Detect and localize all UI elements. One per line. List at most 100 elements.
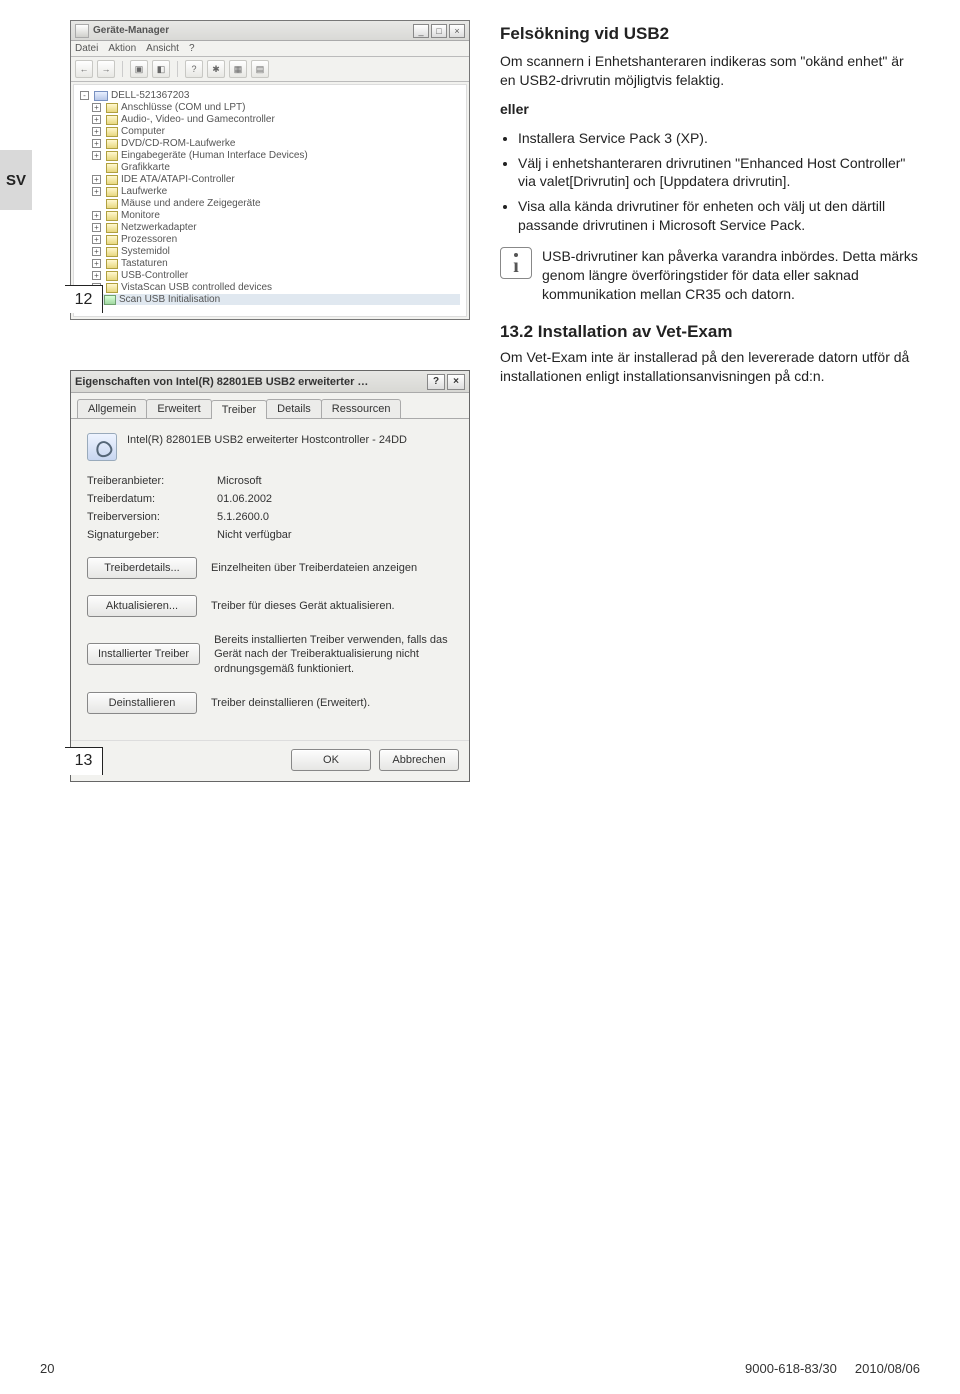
tree-label: Tastaturen (121, 258, 168, 269)
tab-erweitert[interactable]: Erweitert (146, 399, 211, 418)
tree-label: Audio-, Video- und Gamecontroller (121, 114, 275, 125)
tree-node-selected[interactable]: Scan USB Initialisation (80, 294, 460, 305)
maximize-button[interactable]: □ (431, 24, 447, 38)
tab-treiber[interactable]: Treiber (211, 400, 267, 419)
expand-icon[interactable]: + (92, 235, 101, 244)
expand-icon[interactable]: + (92, 151, 101, 160)
menu-item[interactable]: Ansicht (146, 43, 179, 54)
tree-node[interactable]: + Audio-, Video- und Gamecontroller (80, 114, 460, 125)
action-button[interactable]: Deinstallieren (87, 692, 197, 714)
close-button[interactable]: × (447, 374, 465, 390)
ok-button[interactable]: OK (291, 749, 371, 771)
list-item: Välj i enhetshanteraren drivrutinen "Enh… (518, 154, 920, 192)
device-category-icon (106, 247, 118, 257)
menu-item[interactable]: Datei (75, 43, 98, 54)
property-row: Treiberanbieter:Microsoft (87, 475, 453, 487)
action-button[interactable]: Aktualisieren... (87, 595, 197, 617)
doc-date: 2010/08/06 (855, 1361, 920, 1376)
action-description: Bereits installierten Treiber verwenden,… (214, 633, 453, 676)
tree-root[interactable]: - DELL-521367203 (80, 90, 460, 101)
expand-icon[interactable]: + (92, 175, 101, 184)
tree-label: Systemidol (121, 246, 170, 257)
property-row: Signaturgeber:Nicht verfügbar (87, 529, 453, 541)
forward-button[interactable]: → (97, 60, 115, 78)
tree-node[interactable]: -VistaScan USB controlled devices (80, 282, 460, 293)
bullet-list: Installera Service Pack 3 (XP). Välj i e… (500, 129, 920, 235)
device-category-icon (106, 199, 118, 209)
tree-node[interactable]: + IDE ATA/ATAPI-Controller (80, 174, 460, 185)
expand-icon[interactable]: + (92, 187, 101, 196)
expand-icon[interactable]: + (92, 139, 101, 148)
property-key: Treiberanbieter: (87, 475, 217, 487)
device-category-icon (106, 163, 118, 173)
tree-label: Computer (121, 126, 165, 137)
property-value: 01.06.2002 (217, 493, 272, 505)
device-category-icon (106, 127, 118, 137)
tree-node[interactable]: + Eingabegeräte (Human Interface Devices) (80, 150, 460, 161)
tree-node[interactable]: Grafikkarte (80, 162, 460, 173)
action-button[interactable]: Treiberdetails... (87, 557, 197, 579)
tree-node[interactable]: + Computer (80, 126, 460, 137)
expand-icon[interactable]: + (92, 271, 101, 280)
info-text: USB-drivrutiner kan påverka varandra inb… (542, 247, 920, 304)
body-text: Om Vet-Exam inte är installerad på den l… (500, 348, 920, 386)
figure-number: 12 (65, 285, 103, 313)
menu-item[interactable]: ? (189, 43, 195, 54)
page-footer: 20 9000-618-83/30 2010/08/06 (40, 1361, 920, 1376)
tree-label: IDE ATA/ATAPI-Controller (121, 174, 235, 185)
device-category-icon (106, 259, 118, 269)
close-button[interactable]: × (449, 24, 465, 38)
tree-node[interactable]: +Prozessoren (80, 234, 460, 245)
figure-number: 13 (65, 747, 103, 775)
tree-node[interactable]: + Systemidol (80, 246, 460, 257)
device-tree[interactable]: - DELL-521367203 +Anschlüsse (COM und LP… (73, 84, 467, 317)
tree-node[interactable]: +Anschlüsse (COM und LPT) (80, 102, 460, 113)
tab-details[interactable]: Details (266, 399, 322, 418)
toolbar-button[interactable]: ? (185, 60, 203, 78)
tree-node[interactable]: + Laufwerke (80, 186, 460, 197)
collapse-icon[interactable]: - (80, 91, 89, 100)
tree-label: Scan USB Initialisation (119, 294, 220, 305)
tree-node[interactable]: +USB-Controller (80, 270, 460, 281)
toolbar-button[interactable]: ▤ (251, 60, 269, 78)
info-icon: ı (500, 247, 532, 279)
toolbar-button[interactable]: ✱ (207, 60, 225, 78)
cancel-button[interactable]: Abbrechen (379, 749, 459, 771)
expand-icon[interactable]: + (92, 211, 101, 220)
menu-item[interactable]: Aktion (108, 43, 136, 54)
expand-icon[interactable]: + (92, 247, 101, 256)
tree-label: Eingabegeräte (Human Interface Devices) (121, 150, 308, 161)
device-category-icon (106, 283, 118, 293)
property-value: Microsoft (217, 475, 262, 487)
tab-ressourcen[interactable]: Ressourcen (321, 399, 402, 418)
device-category-icon (106, 175, 118, 185)
tree-node[interactable]: +DVD/CD-ROM-Laufwerke (80, 138, 460, 149)
property-value: Nicht verfügbar (217, 529, 292, 541)
expand-icon[interactable]: + (92, 127, 101, 136)
page-number: 20 (40, 1361, 54, 1376)
language-tab: SV (0, 150, 32, 210)
toolbar-button[interactable]: ▣ (130, 60, 148, 78)
device-category-icon (106, 223, 118, 233)
device-category-icon (106, 187, 118, 197)
action-description: Treiber für dieses Gerät aktualisieren. (211, 599, 453, 613)
tree-label: Laufwerke (121, 186, 167, 197)
toolbar-button[interactable]: ▦ (229, 60, 247, 78)
tree-node[interactable]: Mäuse und andere Zeigegeräte (80, 198, 460, 209)
tree-node[interactable]: + Tastaturen (80, 258, 460, 269)
tree-node[interactable]: + Monitore (80, 210, 460, 221)
help-button[interactable]: ? (427, 374, 445, 390)
back-button[interactable]: ← (75, 60, 93, 78)
action-button[interactable]: Installierter Treiber (87, 643, 200, 665)
expand-icon[interactable]: + (92, 259, 101, 268)
expand-icon[interactable]: + (92, 103, 101, 112)
device-category-icon (106, 139, 118, 149)
expand-icon[interactable]: + (92, 115, 101, 124)
expand-icon[interactable]: + (92, 223, 101, 232)
tab-allgemein[interactable]: Allgemein (77, 399, 147, 418)
tree-label: Monitore (121, 210, 160, 221)
minimize-button[interactable]: _ (413, 24, 429, 38)
tree-node[interactable]: +Netzwerkadapter (80, 222, 460, 233)
property-row: Treiberversion:5.1.2600.0 (87, 511, 453, 523)
toolbar-button[interactable]: ◧ (152, 60, 170, 78)
